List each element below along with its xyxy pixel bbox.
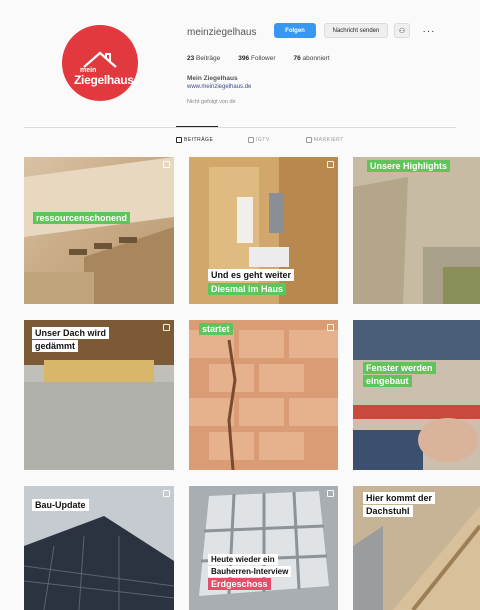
- post-tile[interactable]: Unsere Highlights: [353, 157, 480, 304]
- post-caption: Dachstuhl: [363, 505, 413, 518]
- post-caption: startet: [199, 323, 233, 336]
- multi-post-icon: [327, 324, 334, 331]
- post-tile[interactable]: startet: [189, 320, 338, 470]
- post-caption: Fenster werden: [363, 362, 436, 375]
- post-image-brick-wall: [189, 320, 338, 470]
- post-caption: eingebaut: [363, 375, 412, 388]
- post-tile[interactable]: Fenster werden eingebaut: [353, 320, 480, 470]
- multi-post-icon: [163, 324, 170, 331]
- post-tile[interactable]: Und es geht weiter Diesmal im Haus: [189, 157, 338, 304]
- multi-post-icon: [327, 490, 334, 497]
- post-caption: Bauherren-Interview: [208, 566, 292, 578]
- post-tile[interactable]: Bau-Update: [24, 486, 174, 610]
- instagram-profile-page: mein Ziegelhaus meinziegelhaus Folgen Na…: [0, 0, 480, 610]
- post-caption: Bau-Update: [32, 499, 89, 512]
- post-tile[interactable]: Unser Dach wird gedämmt: [24, 320, 174, 470]
- post-caption: ressourcenschonend: [33, 212, 131, 225]
- post-tile[interactable]: Heute wieder ein Bauherren-Interview Erd…: [189, 486, 338, 610]
- post-grid: ressourcenschonend Und es geht weiter Di…: [0, 0, 480, 610]
- post-image-floor: [353, 157, 480, 304]
- multi-post-icon: [163, 490, 170, 497]
- post-image-interior: [189, 157, 338, 304]
- post-image-window-install: [353, 320, 480, 470]
- post-caption: Unsere Highlights: [367, 160, 451, 173]
- post-caption: Unser Dach wird: [32, 327, 110, 340]
- post-caption: Heute wieder ein: [208, 554, 278, 566]
- post-caption: Hier kommt der: [363, 492, 436, 505]
- multi-post-icon: [327, 161, 334, 168]
- post-caption: gedämmt: [32, 340, 79, 353]
- post-tile[interactable]: Hier kommt der Dachstuhl: [353, 486, 480, 610]
- post-image-ceiling-elements: [189, 486, 338, 610]
- post-tile[interactable]: ressourcenschonend: [24, 157, 174, 304]
- multi-post-icon: [163, 161, 170, 168]
- post-caption: Erdgeschoss: [208, 578, 271, 591]
- post-image-bricks: [24, 157, 174, 304]
- post-caption: Und es geht weiter: [208, 269, 295, 282]
- post-caption: Diesmal im Haus: [208, 283, 287, 296]
